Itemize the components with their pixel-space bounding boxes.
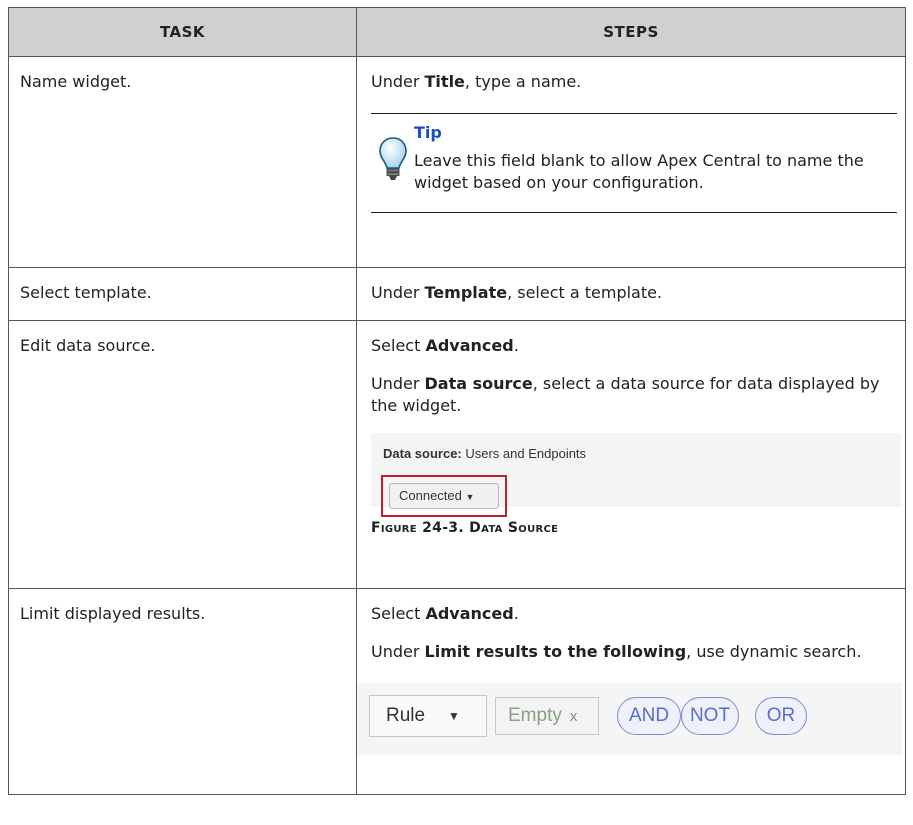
caret-down-icon: ▼ (448, 709, 460, 723)
task-cell: Select template. (8, 267, 357, 321)
steps-cell: Select Advanced. Under Data source, sele… (356, 320, 906, 589)
connected-dropdown[interactable]: Connected ▼ (389, 483, 499, 509)
tip-box: Tip Leave this field blank to allow Apex… (371, 113, 897, 213)
rule-dropdown[interactable]: Rule ▼ (369, 695, 487, 737)
data-source-screenshot: Data source: Users and Endpoints Connect… (371, 433, 901, 517)
header-steps: Steps (356, 7, 906, 57)
and-button[interactable]: AND (617, 697, 681, 735)
task-text: Select template. (20, 283, 152, 302)
table-row: Edit data source. Select Advanced. Under… (8, 320, 906, 589)
table-row: Limit displayed results. Select Advanced… (8, 588, 906, 795)
header-steps-label: Steps (603, 23, 659, 41)
task-text: Name widget. (20, 72, 132, 91)
steps-cell: Under Template, select a template. (356, 267, 906, 321)
table-row: Select template. Under Template, select … (8, 267, 906, 321)
header-task-label: Task (159, 23, 206, 41)
or-button[interactable]: OR (755, 697, 807, 735)
tip-text: Leave this field blank to allow Apex Cen… (414, 151, 864, 192)
task-text: Limit displayed results. (20, 604, 206, 623)
task-cell: Name widget. (8, 56, 357, 268)
header-task: Task (8, 7, 357, 57)
dynamic-search-screenshot: Rule ▼ Empty x AND NOT OR (357, 683, 902, 755)
step-text: Under Template, select a template. (371, 283, 663, 302)
steps-cell: Select Advanced. Under Limit results to … (356, 588, 906, 795)
lightbulb-icon (379, 137, 407, 180)
task-steps-table: Task Steps Name widget. Under Title, typ… (8, 7, 906, 795)
task-cell: Limit displayed results. (8, 588, 357, 795)
step-text: Under Data source, select a data source … (371, 374, 880, 415)
empty-chip[interactable]: Empty x (495, 697, 599, 735)
step-text: Under Title, type a name. (371, 72, 582, 91)
data-source-line: Data source: Users and Endpoints (383, 446, 587, 461)
close-icon[interactable]: x (570, 708, 578, 725)
step-text: Under Limit results to the following, us… (371, 642, 862, 661)
caret-down-icon: ▼ (465, 492, 475, 502)
task-cell: Edit data source. (8, 320, 357, 589)
not-button[interactable]: NOT (681, 697, 739, 735)
task-text: Edit data source. (20, 336, 156, 355)
step-text: Select Advanced. (371, 336, 519, 355)
figure-caption: Figure 24-3. Data Source (371, 520, 559, 536)
highlight-box: Connected ▼ (381, 475, 507, 517)
table-row: Name widget. Under Title, type a name. T… (8, 56, 906, 268)
table-header-row: Task Steps (8, 7, 906, 57)
steps-cell: Under Title, type a name. Tip Leave this… (356, 56, 906, 268)
step-text: Select Advanced. (371, 604, 519, 623)
tip-title: Tip (414, 123, 442, 142)
